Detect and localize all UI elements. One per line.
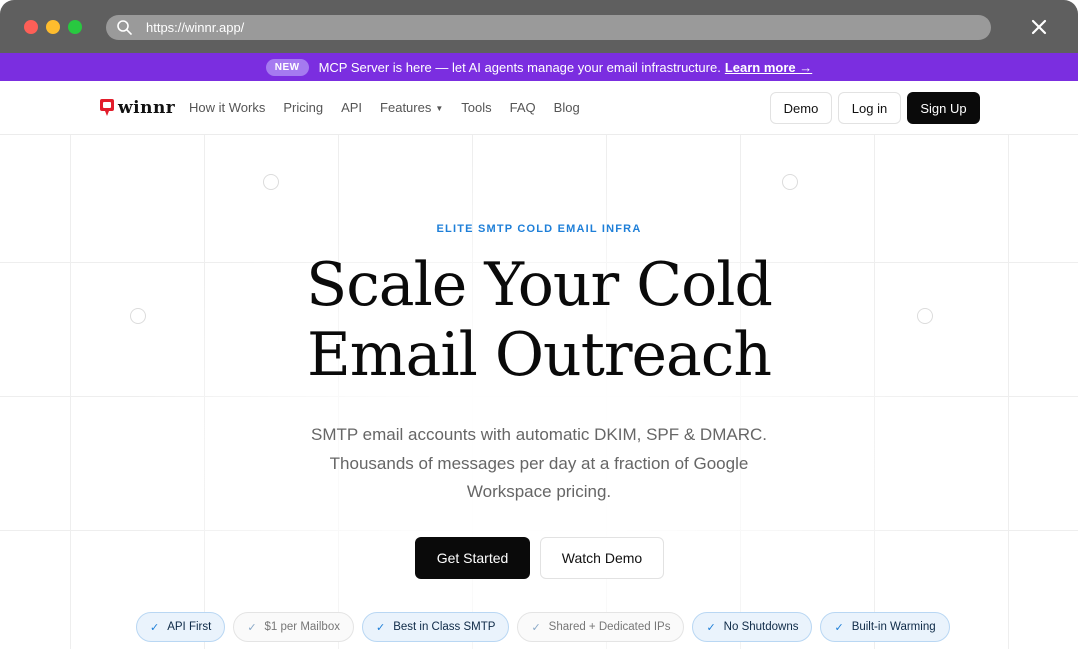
logo-icon — [100, 99, 114, 116]
feature-pill-label: API First — [167, 621, 212, 633]
check-icon: ✓ — [375, 621, 386, 634]
login-button[interactable]: Log in — [838, 92, 901, 124]
hero-headline: Scale Your Cold Email Outreach — [0, 250, 1078, 390]
close-icon[interactable] — [1031, 19, 1047, 35]
feature-pill-smtp: ✓ Best in Class SMTP — [361, 612, 510, 642]
get-started-button[interactable]: Get Started — [415, 537, 530, 579]
signup-button[interactable]: Sign Up — [907, 92, 980, 124]
url-text[interactable]: https://winnr.app/ — [146, 20, 244, 35]
feature-pill-warming: ✓ Built-in Warming — [820, 612, 950, 642]
hero-subtext: SMTP email accounts with automatic DKIM,… — [311, 425, 767, 501]
minimize-window-button[interactable] — [46, 20, 60, 34]
logo[interactable]: winnr — [100, 98, 175, 118]
caret-down-icon: ▼ — [435, 104, 444, 114]
demo-button[interactable]: Demo — [770, 92, 832, 124]
feature-pill-api-first: ✓ API First — [136, 612, 226, 642]
check-icon: ✓ — [531, 621, 541, 634]
site-navigation: winnr How it Works Pricing API Features ▼… — [0, 81, 1078, 135]
announcement-text: MCP Server is here — let AI agents manag… — [318, 59, 721, 75]
grid-node-decoration — [782, 174, 798, 190]
feature-pill-price: ✓ $1 per Mailbox — [233, 612, 354, 642]
nav-link-blog[interactable]: Blog — [554, 100, 580, 115]
new-badge: NEW — [265, 58, 309, 76]
check-icon: ✓ — [706, 621, 716, 634]
nav-link-faq[interactable]: FAQ — [510, 100, 536, 115]
logo-text: winnr — [118, 98, 176, 118]
feature-pills: ✓ API First ✓ $1 per Mailbox ✓ Best in Clas… — [136, 612, 958, 642]
feature-pill-no-shutdowns: ✓ No Shutdowns — [692, 612, 813, 642]
hero-headline-line-1: Scale Your Cold — [306, 250, 773, 320]
feature-pill-label: No Shutdowns — [723, 621, 799, 633]
nav-link-features[interactable]: Features ▼ — [380, 100, 443, 115]
announcement-bar: NEW MCP Server is here — let AI agents m… — [0, 53, 1078, 81]
nav-link-features-label: Features — [380, 100, 432, 115]
close-window-button[interactable] — [24, 20, 38, 34]
nav-link-api[interactable]: API — [341, 100, 362, 115]
learn-more-link[interactable]: Learn more → — [725, 60, 812, 75]
nav-link-pricing[interactable]: Pricing — [283, 100, 323, 115]
feature-pill-label: Built-in Warming — [851, 621, 936, 633]
check-icon: ✓ — [150, 621, 160, 634]
grid-node-decoration — [263, 174, 279, 190]
watch-demo-button[interactable]: Watch Demo — [540, 537, 664, 579]
check-icon: ✓ — [834, 621, 844, 634]
feature-pill-label: Shared + Dedicated IPs — [548, 621, 671, 633]
nav-link-how-it-works[interactable]: How it Works — [189, 100, 265, 115]
maximize-window-button[interactable] — [68, 20, 82, 34]
browser-chrome: https://winnr.app/ — [0, 0, 1078, 53]
feature-pill-label: $1 per Mailbox — [264, 621, 340, 633]
hero-headline-line-2: Email Outreach — [306, 320, 772, 390]
hero-grid-fade — [0, 135, 1078, 649]
hero-eyebrow: ELITE SMTP COLD EMAIL INFRA — [436, 223, 642, 235]
address-bar[interactable]: https://winnr.app/ — [106, 15, 991, 40]
feature-pill-ips: ✓ Shared + Dedicated IPs — [517, 612, 685, 642]
check-icon: ✓ — [247, 621, 257, 634]
nav-links: How it Works Pricing API Features ▼ Tools… — [189, 100, 598, 115]
nav-link-tools[interactable]: Tools — [461, 100, 491, 115]
search-icon — [117, 20, 132, 35]
feature-pill-label: Best in Class SMTP — [393, 621, 496, 633]
